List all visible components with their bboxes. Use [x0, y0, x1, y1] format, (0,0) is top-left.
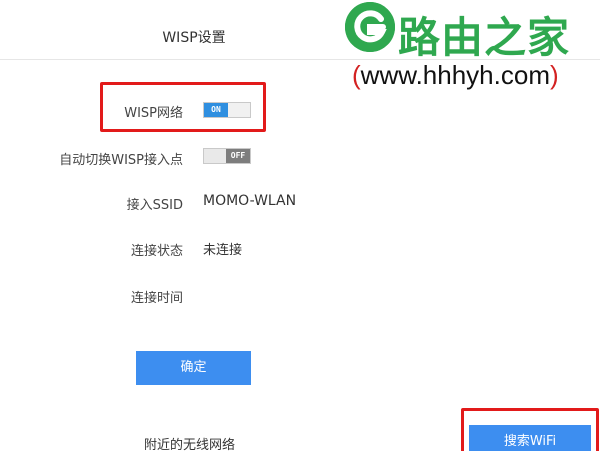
auto-switch-label: 自动切换WISP接入点	[59, 153, 183, 168]
watermark-url-text: www.hhhyh.com	[360, 60, 550, 90]
watermark-url-close: )	[549, 60, 559, 90]
auto-switch-toggle-track	[204, 149, 226, 163]
wisp-network-toggle[interactable]: ON	[203, 102, 251, 118]
auto-switch-toggle[interactable]: OFF	[203, 148, 251, 164]
watermark-url-open: (	[352, 60, 361, 90]
connection-status-value: 未连接	[203, 243, 243, 258]
connection-status-label: 连接状态	[130, 244, 183, 259]
auto-switch-toggle-state: OFF	[226, 149, 250, 163]
search-wifi-button[interactable]: 搜索WiFi	[469, 425, 591, 451]
connection-time-label: 连接时间	[130, 291, 183, 306]
page-title: WISP设置	[162, 30, 226, 46]
watermark-site-name: 路由之家	[398, 13, 571, 62]
watermark-url: (www.hhhyh.com)	[352, 60, 559, 91]
confirm-button[interactable]: 确定	[136, 351, 251, 385]
watermark-logo-icon	[345, 2, 395, 52]
wisp-network-label: WISP网络	[124, 106, 183, 121]
watermark-logo	[345, 2, 395, 52]
ssid-label: 接入SSID	[126, 198, 183, 213]
nearby-networks-heading: 附近的无线网络	[144, 438, 236, 451]
ssid-value: MOMO-WLAN	[203, 193, 297, 209]
wisp-network-toggle-state: ON	[204, 103, 228, 117]
